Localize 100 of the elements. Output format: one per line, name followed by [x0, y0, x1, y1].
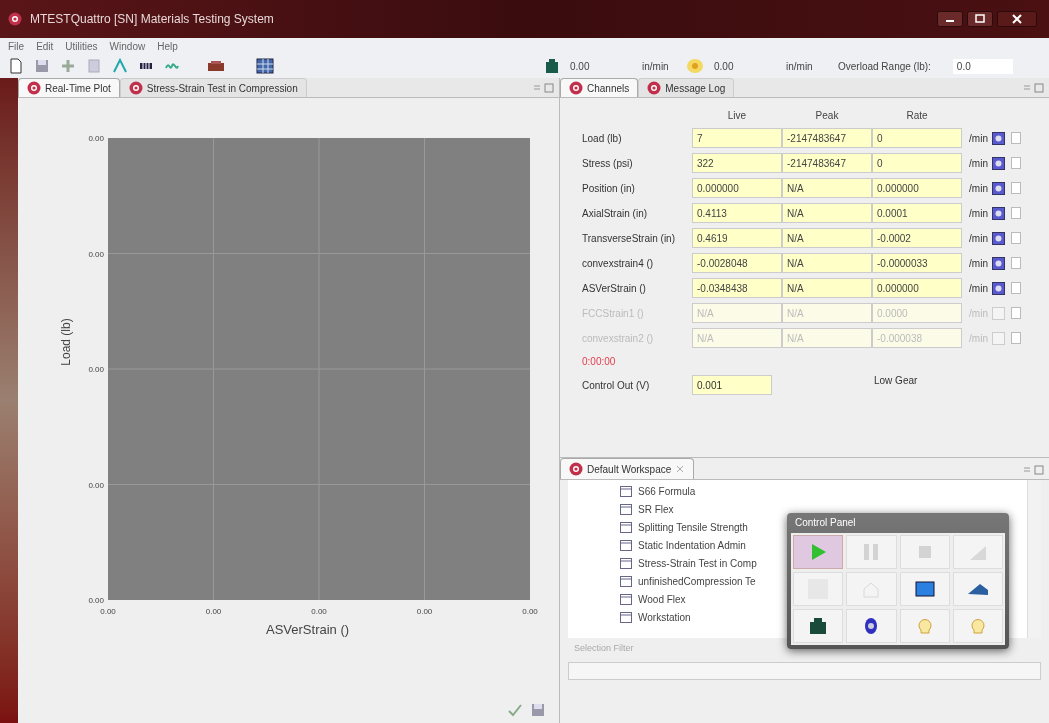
axis-tick-label: 0.00 [87, 133, 104, 145]
tree-item[interactable]: SR Flex [638, 501, 674, 517]
checkbox[interactable] [1011, 232, 1021, 244]
form-icon [620, 539, 632, 551]
tree-item[interactable]: Splitting Tensile Strength [638, 519, 748, 535]
axis-tick-label: 0.00 [99, 606, 117, 618]
value-field: -0.0002 [872, 228, 962, 248]
value-field: 0.4619 [692, 228, 782, 248]
line-chart-icon [112, 58, 128, 74]
value-field: -0.0000033 [872, 253, 962, 273]
settings-icon [992, 306, 1008, 320]
document-icon [8, 58, 24, 74]
value-field: N/A [692, 303, 782, 323]
value-field: -2147483647 [782, 153, 872, 173]
gear-label: Low Gear [874, 373, 918, 388]
settings-icon [992, 231, 1008, 245]
filter-label: Selection Filter [574, 642, 635, 655]
tree-item[interactable]: Stress-Strain Test in Comp [638, 555, 757, 571]
menu-item[interactable]: Utilities [65, 38, 98, 54]
form-icon [620, 557, 632, 569]
control-button[interactable] [793, 609, 844, 643]
axis-tick-label: 0.00 [310, 606, 328, 618]
menu-item[interactable]: Window [109, 38, 146, 54]
tab[interactable]: Default Workspace [560, 458, 695, 479]
channel-label: Control Out (V) [582, 378, 651, 393]
column-header: Rate [905, 109, 929, 123]
value-field: N/A [782, 303, 872, 323]
value-field: -2147483647 [782, 128, 872, 148]
checkbox[interactable] [1011, 257, 1021, 269]
tree-item[interactable]: S66 Formula [638, 483, 696, 499]
column-header: Peak [814, 109, 840, 123]
control-button[interactable] [846, 609, 897, 643]
checkbox[interactable] [1011, 182, 1021, 194]
tab[interactable]: Real-Time Plot [18, 78, 120, 97]
checkbox[interactable] [1011, 157, 1021, 169]
value-field: N/A [782, 203, 872, 223]
panel-title: Control Panel [794, 516, 857, 530]
minimize-maximize-icon [1023, 465, 1045, 475]
checkbox[interactable] [1011, 207, 1021, 219]
check-icon [507, 703, 523, 717]
axis-tick-label: 0.00 [87, 595, 104, 607]
menu-item[interactable]: Edit [36, 38, 54, 54]
channel-label: TransverseStrain (in) [582, 231, 676, 246]
app-icon [569, 462, 583, 476]
checkbox[interactable] [1011, 282, 1021, 294]
channel-label: Position (in) [582, 181, 636, 196]
app-icon [128, 81, 143, 95]
axis-tick-label: 0.00 [87, 248, 104, 261]
unit-label: /min [968, 206, 989, 221]
minimize-maximize-icon [1023, 83, 1045, 93]
speed-value: 0.00 [570, 59, 591, 74]
control-button[interactable] [899, 572, 950, 606]
form-icon [620, 575, 632, 587]
value-field: 0.0001 [872, 203, 962, 223]
unit-label: /min [968, 281, 989, 296]
machine-icon [206, 58, 226, 74]
tab[interactable]: Channels [560, 78, 639, 97]
value-field: -0.000038 [872, 328, 962, 348]
axis-title: ASVerStrain () [266, 621, 350, 639]
app-icon [27, 81, 41, 95]
column-header: Live [726, 109, 748, 123]
channel-label: Stress (psi) [582, 156, 634, 171]
tree-item[interactable]: unfinishedCompression Te [638, 573, 756, 589]
value-field: 0.000000 [872, 178, 962, 198]
value-field: 0.000000 [692, 178, 782, 198]
app-icon [647, 81, 662, 95]
value-field: -0.0348438 [692, 278, 782, 298]
minimize-maximize-icon [533, 83, 555, 93]
unit-label: /min [968, 156, 989, 171]
value-field: 0 [872, 128, 962, 148]
axis-tick-label: 0.00 [87, 364, 104, 376]
elapsed-time: 0:00:00 [582, 355, 617, 369]
filter-field[interactable] [568, 661, 1041, 680]
value-field: 0 [872, 153, 962, 173]
form-icon [620, 485, 632, 497]
value-field: 0.0000 [872, 303, 962, 323]
tab[interactable]: Stress-Strain Test in Compression [119, 78, 307, 97]
axis-tick-label: 0.00 [204, 606, 223, 618]
axis-tick-label: 0.00 [521, 606, 539, 618]
overload-field[interactable]: 0.0 [952, 58, 1013, 74]
settings-icon [992, 131, 1008, 145]
menu-item[interactable]: Help [157, 38, 178, 54]
app-icon [8, 12, 22, 26]
value-field: N/A [782, 328, 872, 348]
settings-icon [992, 206, 1008, 220]
menu-item[interactable]: File [8, 38, 25, 54]
tree-item[interactable]: Workstation [638, 609, 691, 625]
plus-icon [60, 58, 76, 74]
tab[interactable]: Message Log [638, 78, 735, 97]
form-icon [620, 503, 632, 515]
speed-value: 0.00 [714, 59, 735, 74]
checkbox[interactable] [1011, 132, 1021, 144]
tree-item[interactable]: Static Indentation Admin [638, 537, 746, 553]
overload-label: Overload Range (lb): [838, 59, 931, 74]
settings-icon [992, 156, 1008, 170]
value-field: 322 [692, 153, 782, 173]
tree-item[interactable]: Wood Flex [638, 591, 686, 607]
control-button[interactable] [952, 572, 1003, 606]
app-icon [569, 81, 583, 95]
form-icon [620, 521, 632, 533]
